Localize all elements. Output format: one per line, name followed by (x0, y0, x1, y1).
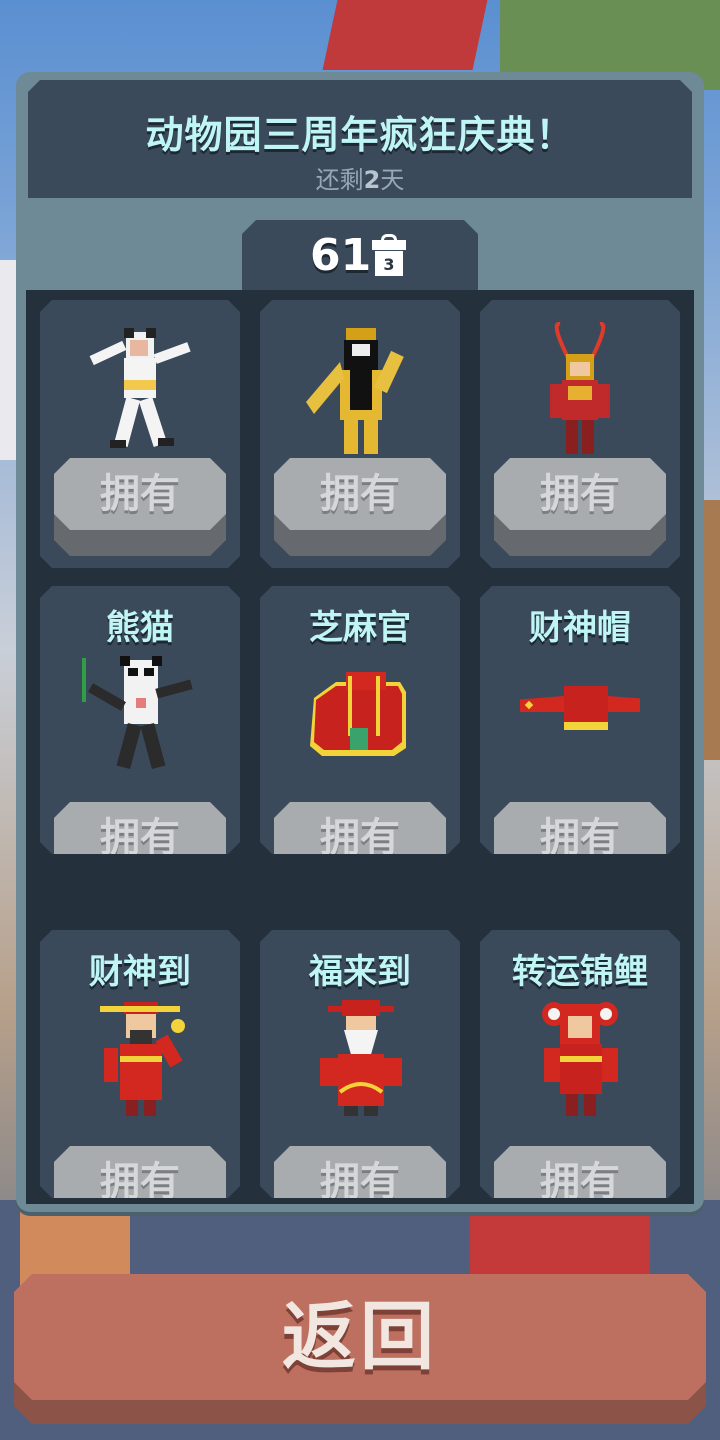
reward-card[interactable]: 熊猫 拥有 (40, 586, 240, 854)
reward-title: 财神帽 (529, 608, 631, 648)
owned-button[interactable]: 拥有 (274, 1146, 446, 1198)
gift-lid (372, 240, 406, 250)
reward-title: 芝麻官 (309, 608, 411, 648)
lucky-koi-costume-icon (542, 1002, 618, 1116)
reward-card[interactable]: 芝麻官 拥有 (260, 586, 460, 854)
reward-card[interactable]: 财神到 拥有 (40, 930, 240, 1198)
owned-button[interactable]: 拥有 (54, 1146, 226, 1198)
reward-grid[interactable]: 拥有 拥有 拥有 熊猫 拥有 芝麻官 拥有 财神帽 拥有 财神到 拥有 福来到 … (26, 290, 694, 1204)
event-title: 动物园三周年疯狂庆典！ (145, 113, 575, 157)
owned-button-label: 拥有 (54, 802, 226, 854)
owned-button-label: 拥有 (274, 458, 446, 530)
owned-button-label: 拥有 (54, 1146, 226, 1198)
blessing-elder-costume-icon (320, 1000, 402, 1116)
event-header: 动物园三周年疯狂庆典！ 还剩2天 (28, 80, 692, 198)
reward-card[interactable]: 拥有 (260, 300, 460, 568)
owned-button[interactable]: 拥有 (54, 458, 226, 556)
owned-button[interactable]: 拥有 (274, 458, 446, 556)
gift-counter-value: 61 (310, 230, 372, 281)
owned-button-label: 拥有 (274, 1146, 446, 1198)
owned-button-label: 拥有 (54, 458, 226, 530)
fortune-god-costume-icon (100, 1002, 185, 1116)
reward-card[interactable]: 福来到 拥有 (260, 930, 460, 1198)
reward-card[interactable]: 拥有 (40, 300, 240, 568)
owned-button-label: 拥有 (494, 802, 666, 854)
panda-costume-icon (82, 656, 193, 770)
cow-costume-icon (89, 328, 191, 448)
remaining-suffix: 天 (380, 166, 405, 194)
owned-button-label: 拥有 (494, 1146, 666, 1198)
event-remaining-time: 还剩2天 (28, 160, 692, 195)
reward-title: 转运锦鲤 (512, 952, 648, 992)
gift-counter-tab: 61 3 (242, 220, 478, 300)
back-button-label: 返回 (14, 1274, 706, 1400)
event-panel: 动物园三周年疯狂庆典！ 还剩2天 61 3 拥有 拥有 拥有 熊猫 拥有 芝麻官… (16, 72, 704, 1212)
remaining-days: 2 (363, 166, 381, 194)
gift-number: 3 (375, 251, 403, 276)
reward-title: 福来到 (309, 952, 411, 992)
reward-title: 财神到 (89, 952, 191, 992)
reward-card[interactable]: 拥有 (480, 300, 680, 568)
opera-general-costume-icon (306, 328, 404, 454)
owned-button-label: 拥有 (494, 458, 666, 530)
owned-button[interactable]: 拥有 (274, 802, 446, 854)
remaining-prefix: 还剩 (315, 166, 364, 194)
official-hat-icon (310, 672, 406, 756)
owned-button[interactable]: 拥有 (54, 802, 226, 854)
owned-button[interactable]: 拥有 (494, 1146, 666, 1198)
fortune-god-hat-icon (520, 686, 640, 730)
reward-title: 熊猫 (106, 608, 174, 648)
reward-card[interactable]: 转运锦鲤 拥有 (480, 930, 680, 1198)
scene-red-roof (322, 0, 488, 70)
owned-button[interactable]: 拥有 (494, 458, 666, 556)
owned-button-label: 拥有 (274, 802, 446, 854)
reward-card[interactable]: 财神帽 拥有 (480, 586, 680, 854)
monkey-king-costume-icon (550, 322, 610, 454)
back-button[interactable]: 返回 (14, 1274, 706, 1424)
gift-box-icon: 3 (372, 234, 406, 276)
owned-button[interactable]: 拥有 (494, 802, 666, 854)
